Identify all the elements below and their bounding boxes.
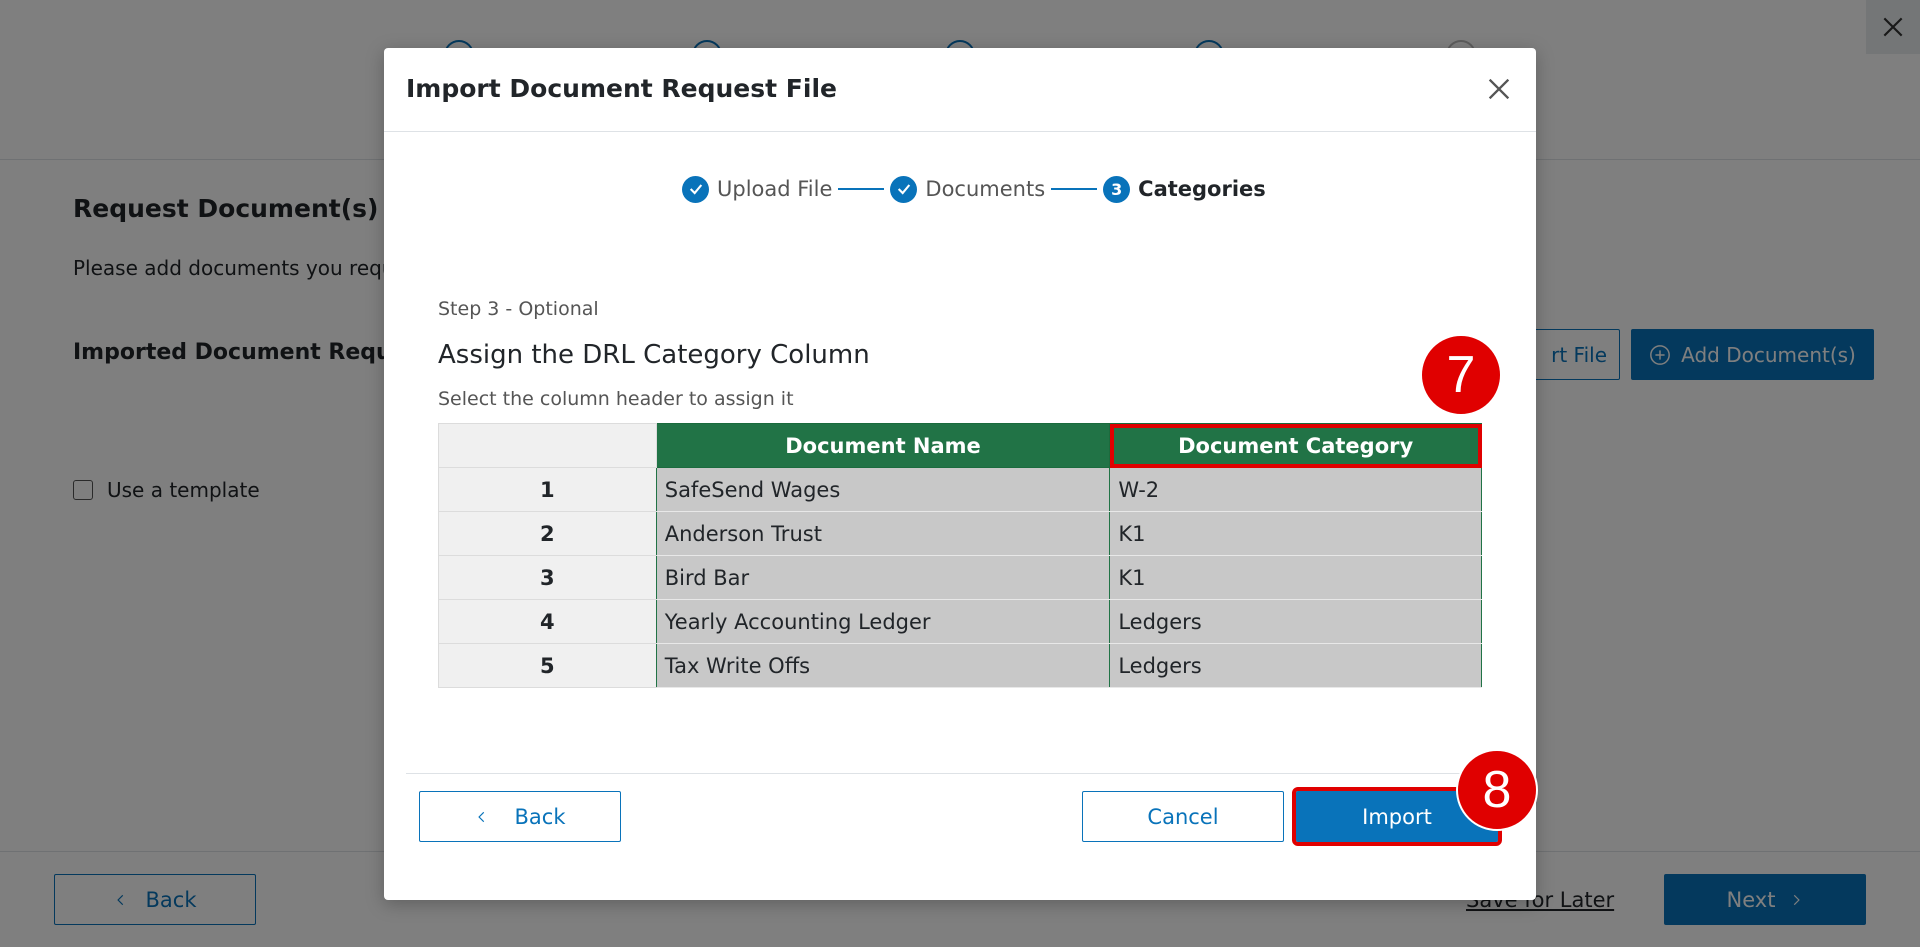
chevron-left-icon bbox=[477, 811, 484, 822]
table-row: 2 Anderson Trust K1 bbox=[438, 511, 1482, 556]
document-name-cell: SafeSend Wages bbox=[655, 467, 1111, 512]
row-index: 2 bbox=[438, 511, 657, 556]
modal-title: Import Document Request File bbox=[406, 74, 837, 103]
step-categories: 3 Categories bbox=[1103, 175, 1266, 203]
modal-footer-divider bbox=[406, 773, 1514, 774]
assign-title: Assign the DRL Category Column bbox=[438, 340, 870, 370]
document-name-cell: Anderson Trust bbox=[655, 511, 1111, 556]
step-annotation-badge: 7 bbox=[1420, 334, 1502, 416]
document-category-cell: K1 bbox=[1109, 555, 1482, 600]
document-category-cell: K1 bbox=[1109, 511, 1482, 556]
step-label: Documents bbox=[925, 177, 1046, 201]
step-connector bbox=[838, 188, 885, 190]
row-index: 4 bbox=[438, 599, 657, 644]
step-number: 3 bbox=[1103, 175, 1131, 203]
document-category-column-header[interactable]: Document Category bbox=[1109, 423, 1482, 468]
close-icon bbox=[1488, 78, 1510, 100]
table-row: 3 Bird Bar K1 bbox=[438, 555, 1482, 600]
row-index: 3 bbox=[438, 555, 657, 600]
document-category-cell: Ledgers bbox=[1109, 599, 1482, 644]
table-row: 5 Tax Write Offs Ledgers bbox=[438, 643, 1482, 688]
modal-back-button[interactable]: Back bbox=[419, 791, 621, 842]
column-mapping-table: Document Name Document Category 1 SafeSe… bbox=[438, 423, 1482, 688]
document-name-cell: Yearly Accounting Ledger bbox=[655, 599, 1111, 644]
step-subtitle: Step 3 - Optional bbox=[438, 298, 599, 320]
step-complete-icon bbox=[682, 175, 709, 203]
checkmark-icon bbox=[897, 184, 911, 195]
document-name-cell: Bird Bar bbox=[655, 555, 1111, 600]
document-name-cell: Tax Write Offs bbox=[655, 643, 1111, 688]
document-category-cell: W-2 bbox=[1109, 467, 1482, 512]
checkmark-icon bbox=[689, 184, 702, 195]
step-label: Categories bbox=[1138, 177, 1266, 201]
table-header-row: Document Name Document Category bbox=[438, 423, 1482, 468]
step-label: Upload File bbox=[717, 177, 833, 201]
document-name-column-header[interactable]: Document Name bbox=[655, 423, 1111, 468]
step-documents: Documents bbox=[890, 175, 1046, 203]
modal-back-label: Back bbox=[514, 804, 566, 829]
document-category-cell: Ledgers bbox=[1109, 643, 1482, 688]
row-index: 1 bbox=[438, 467, 657, 512]
table-row: 1 SafeSend Wages W-2 bbox=[438, 467, 1482, 512]
row-index-header bbox=[438, 423, 657, 468]
import-document-modal: Import Document Request File Upload File… bbox=[384, 48, 1538, 900]
step-connector bbox=[1051, 188, 1098, 190]
step-upload-file: Upload File bbox=[682, 175, 833, 203]
import-stepper: Upload File Documents 3 Categories bbox=[682, 175, 1266, 203]
assign-description: Select the column header to assign it bbox=[438, 388, 794, 410]
step-complete-icon bbox=[890, 175, 918, 203]
modal-header: Import Document Request File bbox=[384, 48, 1536, 132]
cancel-button[interactable]: Cancel bbox=[1082, 791, 1284, 842]
step-annotation-badge: 8 bbox=[1456, 749, 1538, 831]
row-index: 5 bbox=[438, 643, 657, 688]
modal-close-button[interactable] bbox=[1482, 72, 1516, 106]
table-row: 4 Yearly Accounting Ledger Ledgers bbox=[438, 599, 1482, 644]
